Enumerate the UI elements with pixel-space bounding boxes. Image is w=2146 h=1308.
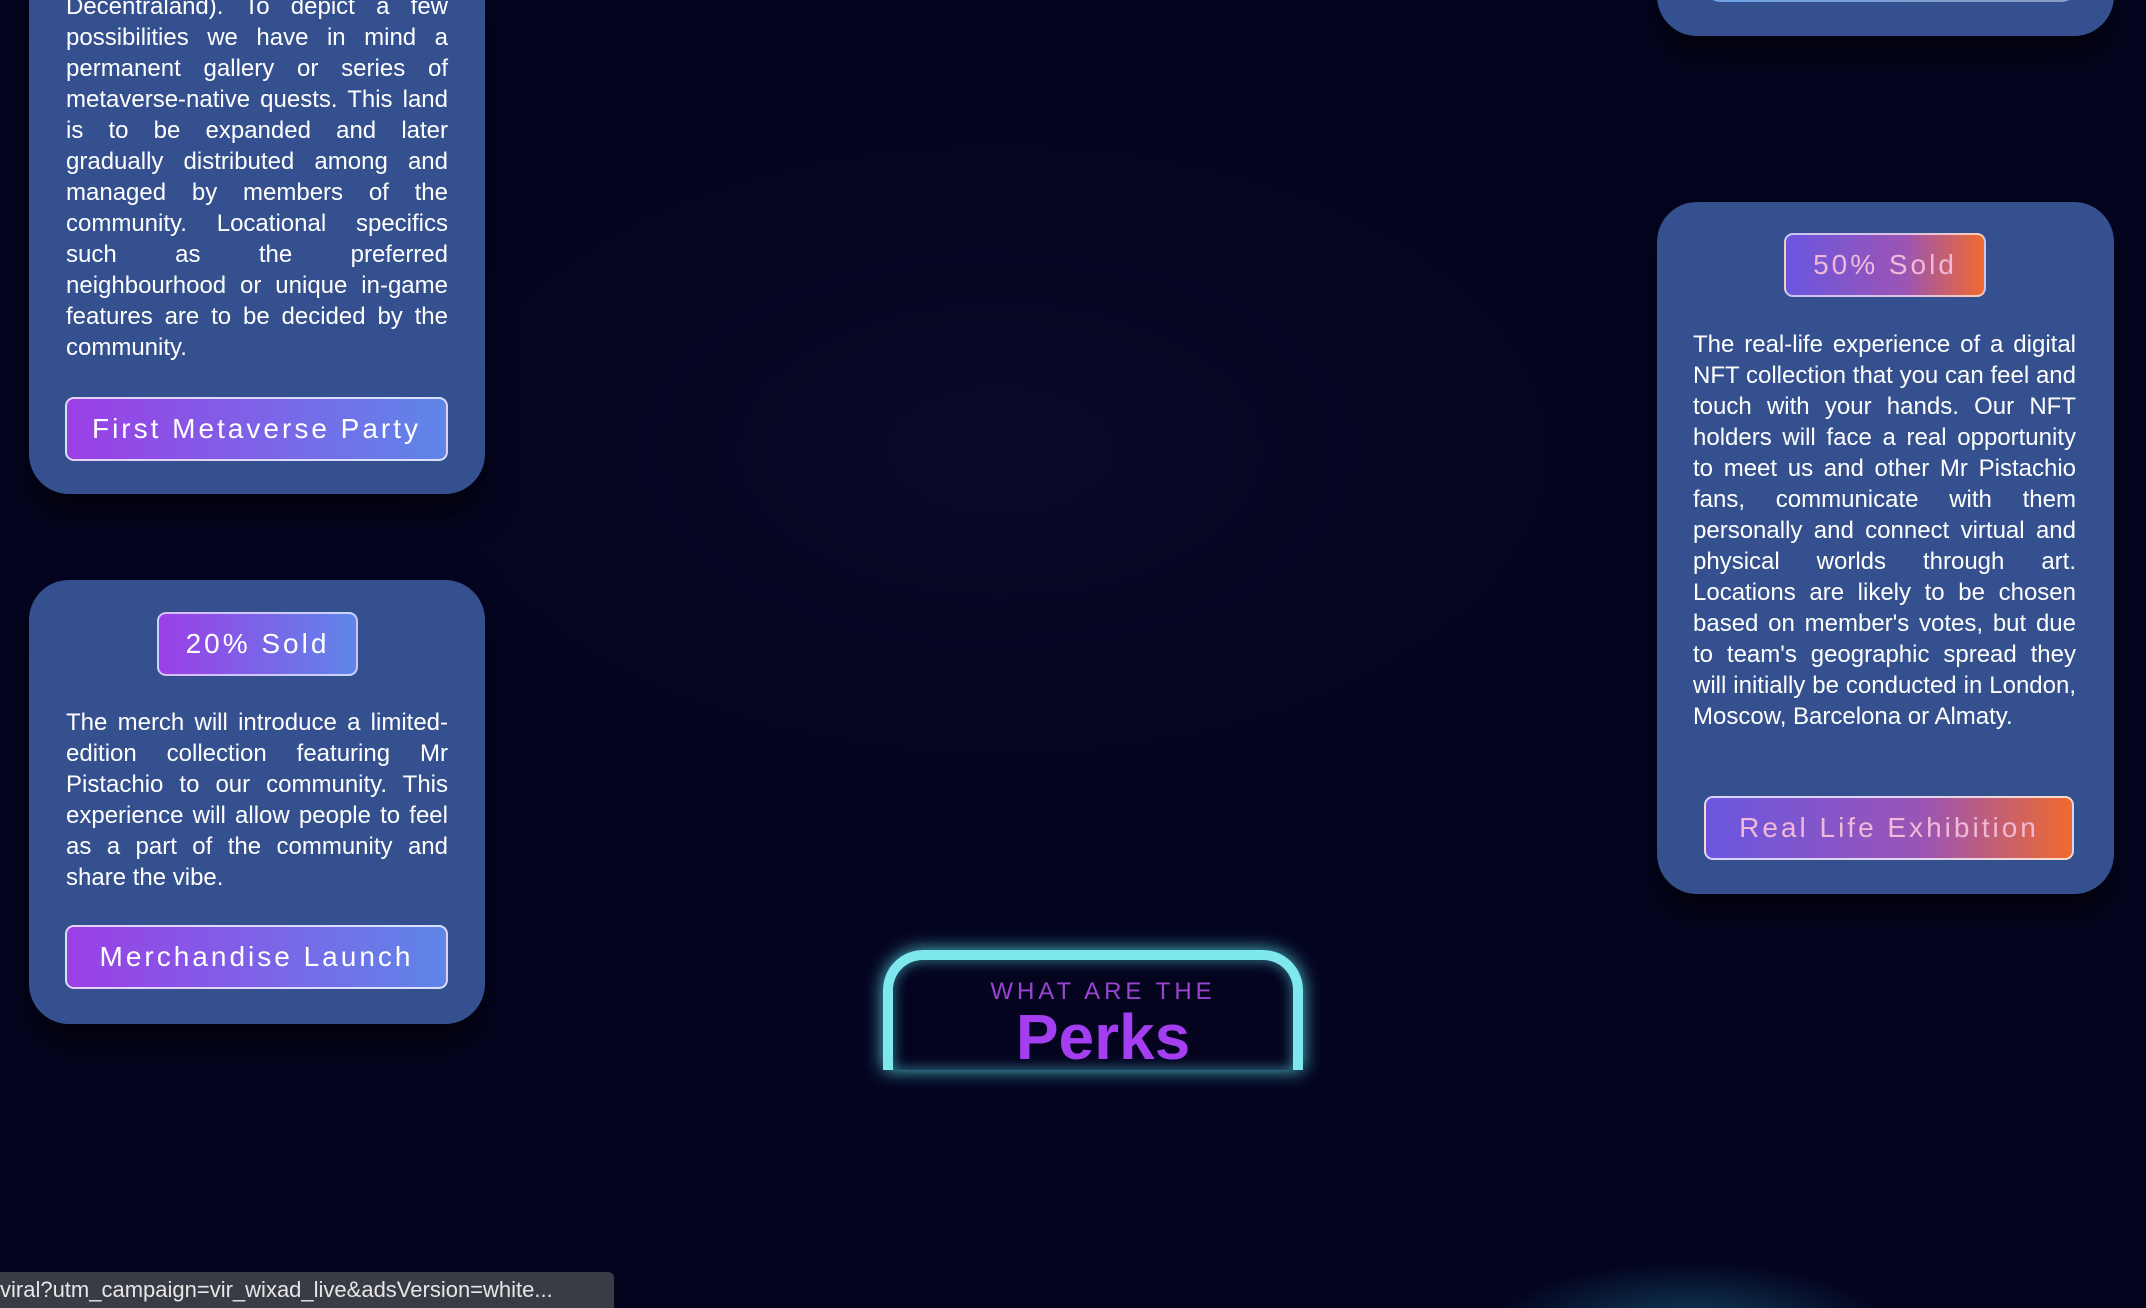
roadmap-card-exhibition: 50% Sold The real-life experience of a d… <box>1657 202 2114 894</box>
sold-badge-20: 20% Sold <box>157 612 358 676</box>
partial-button-edge[interactable] <box>1706 0 2076 2</box>
roadmap-card-metaverse: Decentraland). To depict a few possibili… <box>29 0 485 494</box>
exhibition-description: The real-life experience of a digital NF… <box>1693 331 2076 730</box>
merchandise-launch-button[interactable]: Merchandise Launch <box>65 925 448 989</box>
sold-badge-50: 50% Sold <box>1784 233 1986 297</box>
real-life-exhibition-button[interactable]: Real Life Exhibition <box>1704 796 2074 860</box>
first-metaverse-party-button[interactable]: First Metaverse Party <box>65 397 448 461</box>
roadmap-card-top-right <box>1657 0 2114 36</box>
page: Decentraland). To depict a few possibili… <box>0 0 2146 1308</box>
perks-title: Perks <box>1015 1001 1191 1073</box>
roadmap-card-merch: 20% Sold The merch will introduce a limi… <box>29 580 485 1024</box>
metaverse-description: Decentraland). To depict a few possibili… <box>66 0 448 361</box>
merch-description: The merch will introduce a limited-editi… <box>66 709 448 891</box>
link-status-bar: viral?utm_campaign=vir_wixad_live&adsVer… <box>0 1272 614 1308</box>
